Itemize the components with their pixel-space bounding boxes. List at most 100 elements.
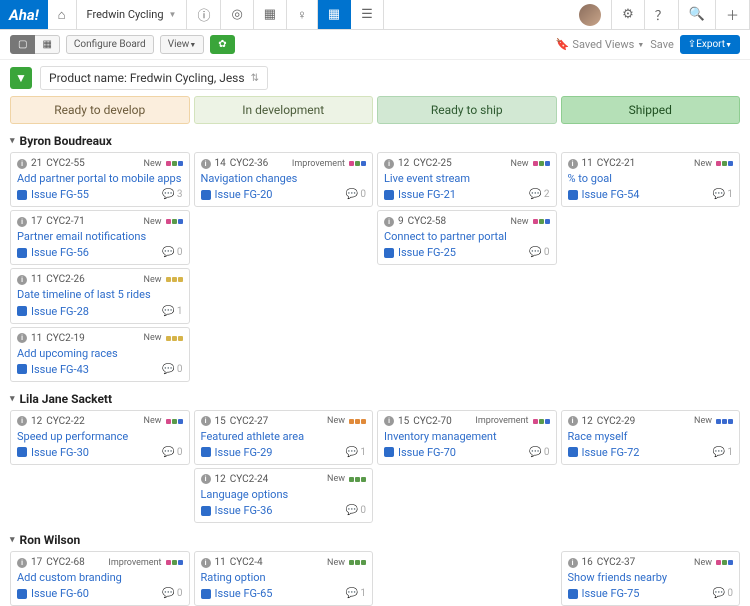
- section-header[interactable]: ▾Lila Jane Sackett: [10, 388, 740, 410]
- info-icon[interactable]: i: [201, 159, 211, 169]
- issue-link[interactable]: Issue FG-72: [582, 446, 640, 459]
- issue-link[interactable]: Issue FG-30: [31, 446, 89, 459]
- card[interactable]: i17 CYC2-68Improvement Add custom brandi…: [10, 551, 190, 606]
- card-title[interactable]: Live event stream: [384, 172, 550, 185]
- lane[interactable]: i12 CYC2-25New Live event streamIssue FG…: [377, 152, 557, 382]
- comment-count[interactable]: 💬 0: [345, 189, 366, 200]
- card[interactable]: i9 CYC2-58New Connect to partner portalI…: [377, 210, 557, 265]
- col-in-development[interactable]: In development: [194, 96, 374, 124]
- info-icon[interactable]: i: [568, 159, 578, 169]
- card[interactable]: i12 CYC2-24New Language optionsIssue FG-…: [194, 468, 374, 523]
- issue-link[interactable]: Issue FG-65: [215, 587, 273, 600]
- card-title[interactable]: Inventory management: [384, 430, 550, 443]
- card[interactable]: i15 CYC2-70Improvement Inventory managem…: [377, 410, 557, 465]
- comment-count[interactable]: 💬 1: [345, 588, 366, 599]
- comment-count[interactable]: 💬 0: [162, 247, 183, 258]
- comment-count[interactable]: 💬 3: [162, 189, 183, 200]
- gear-icon[interactable]: ⚙: [612, 0, 645, 29]
- lane[interactable]: i14 CYC2-36Improvement Navigation change…: [194, 152, 374, 382]
- issue-link[interactable]: Issue FG-29: [215, 446, 273, 459]
- comment-count[interactable]: 💬 0: [162, 588, 183, 599]
- info-icon[interactable]: i: [201, 416, 211, 426]
- comment-count[interactable]: 💬 1: [712, 189, 733, 200]
- issue-link[interactable]: Issue FG-20: [215, 188, 273, 201]
- card-title[interactable]: Partner email notifications: [17, 230, 183, 243]
- card-title[interactable]: Language options: [201, 488, 367, 501]
- issue-link[interactable]: Issue FG-75: [582, 587, 640, 600]
- comment-count[interactable]: 💬 1: [162, 306, 183, 317]
- card[interactable]: i11 CYC2-26New Date timeline of last 5 r…: [10, 268, 190, 323]
- layout-card-button[interactable]: ▢: [10, 35, 35, 54]
- add-icon[interactable]: ＋: [716, 0, 750, 29]
- comment-count[interactable]: 💬 0: [712, 588, 733, 599]
- card-title[interactable]: Speed up performance: [17, 430, 183, 443]
- info-icon[interactable]: i: [17, 333, 27, 343]
- save-button[interactable]: Save: [650, 38, 674, 51]
- help-icon[interactable]: ？: [645, 0, 679, 29]
- card-title[interactable]: Date timeline of last 5 rides: [17, 288, 183, 301]
- issue-link[interactable]: Issue FG-25: [398, 246, 456, 259]
- comment-count[interactable]: 💬 0: [345, 505, 366, 516]
- comment-count[interactable]: 💬 1: [345, 447, 366, 458]
- comment-count[interactable]: 💬 1: [712, 447, 733, 458]
- bulb-icon[interactable]: ♀: [287, 0, 318, 29]
- card-title[interactable]: Connect to partner portal: [384, 230, 550, 243]
- issue-link[interactable]: Issue FG-56: [31, 246, 89, 259]
- filter-selector[interactable]: Product name: Fredwin Cycling, Jess⇅: [40, 66, 268, 90]
- info-icon[interactable]: i: [201, 474, 211, 484]
- card-title[interactable]: Add custom branding: [17, 571, 183, 584]
- info-icon[interactable]: i: [384, 217, 394, 227]
- info-icon[interactable]: ⓘ: [187, 0, 221, 29]
- issue-link[interactable]: Issue FG-21: [398, 188, 456, 201]
- section-header[interactable]: ▾Ron Wilson: [10, 529, 740, 551]
- info-icon[interactable]: i: [17, 217, 27, 227]
- lane[interactable]: i15 CYC2-70Improvement Inventory managem…: [377, 410, 557, 523]
- card[interactable]: i14 CYC2-36Improvement Navigation change…: [194, 152, 374, 207]
- card-title[interactable]: % to goal: [568, 172, 734, 185]
- issue-link[interactable]: Issue FG-28: [31, 305, 89, 318]
- card-title[interactable]: Rating option: [201, 571, 367, 584]
- comment-count[interactable]: 💬 0: [162, 364, 183, 375]
- issue-link[interactable]: Issue FG-60: [31, 587, 89, 600]
- info-icon[interactable]: i: [17, 558, 27, 568]
- card-title[interactable]: Add upcoming races: [17, 347, 183, 360]
- info-icon[interactable]: i: [201, 558, 211, 568]
- issue-link[interactable]: Issue FG-70: [398, 446, 456, 459]
- comment-count[interactable]: 💬 0: [529, 447, 550, 458]
- lane[interactable]: [377, 551, 557, 606]
- info-icon[interactable]: i: [384, 416, 394, 426]
- lane[interactable]: i21 CYC2-55New Add partner portal to mob…: [10, 152, 190, 382]
- calendar-icon[interactable]: ▦: [254, 0, 287, 29]
- list-icon[interactable]: ☰: [351, 0, 384, 29]
- issue-link[interactable]: Issue FG-54: [582, 188, 640, 201]
- card-title[interactable]: Featured athlete area: [201, 430, 367, 443]
- lane[interactable]: i12 CYC2-22New Speed up performanceIssue…: [10, 410, 190, 523]
- card-title[interactable]: Add partner portal to mobile apps: [17, 172, 183, 185]
- issue-link[interactable]: Issue FG-55: [31, 188, 89, 201]
- col-shipped[interactable]: Shipped: [561, 96, 741, 124]
- home-icon[interactable]: ⌂: [48, 0, 77, 29]
- comment-count[interactable]: 💬 2: [529, 189, 550, 200]
- card[interactable]: i17 CYC2-71New Partner email notificatio…: [10, 210, 190, 265]
- avatar[interactable]: [569, 0, 612, 29]
- card[interactable]: i16 CYC2-37New Show friends nearbyIssue …: [561, 551, 741, 606]
- lane[interactable]: i11 CYC2-21New % to goalIssue FG-54💬 1: [561, 152, 741, 382]
- info-icon[interactable]: i: [568, 416, 578, 426]
- info-icon[interactable]: i: [568, 558, 578, 568]
- lane[interactable]: i16 CYC2-37New Show friends nearbyIssue …: [561, 551, 741, 606]
- saved-views-button[interactable]: 🔖 Saved Views ▼: [556, 38, 645, 51]
- info-icon[interactable]: i: [17, 275, 27, 285]
- issue-link[interactable]: Issue FG-43: [31, 363, 89, 376]
- comment-count[interactable]: 💬 0: [529, 247, 550, 258]
- lane[interactable]: i15 CYC2-27New Featured athlete areaIssu…: [194, 410, 374, 523]
- product-selector[interactable]: Fredwin Cycling▼: [77, 0, 188, 29]
- logo[interactable]: Aha!: [0, 0, 48, 29]
- section-header[interactable]: ▾Byron Boudreaux: [10, 130, 740, 152]
- lane[interactable]: i11 CYC2-4New Rating optionIssue FG-65💬 …: [194, 551, 374, 606]
- card[interactable]: i15 CYC2-27New Featured athlete areaIssu…: [194, 410, 374, 465]
- comment-count[interactable]: 💬 0: [162, 447, 183, 458]
- target-icon[interactable]: ◎: [221, 0, 253, 29]
- refresh-button[interactable]: ✿: [210, 35, 234, 54]
- card[interactable]: i11 CYC2-4New Rating optionIssue FG-65💬 …: [194, 551, 374, 606]
- issue-link[interactable]: Issue FG-36: [215, 504, 273, 517]
